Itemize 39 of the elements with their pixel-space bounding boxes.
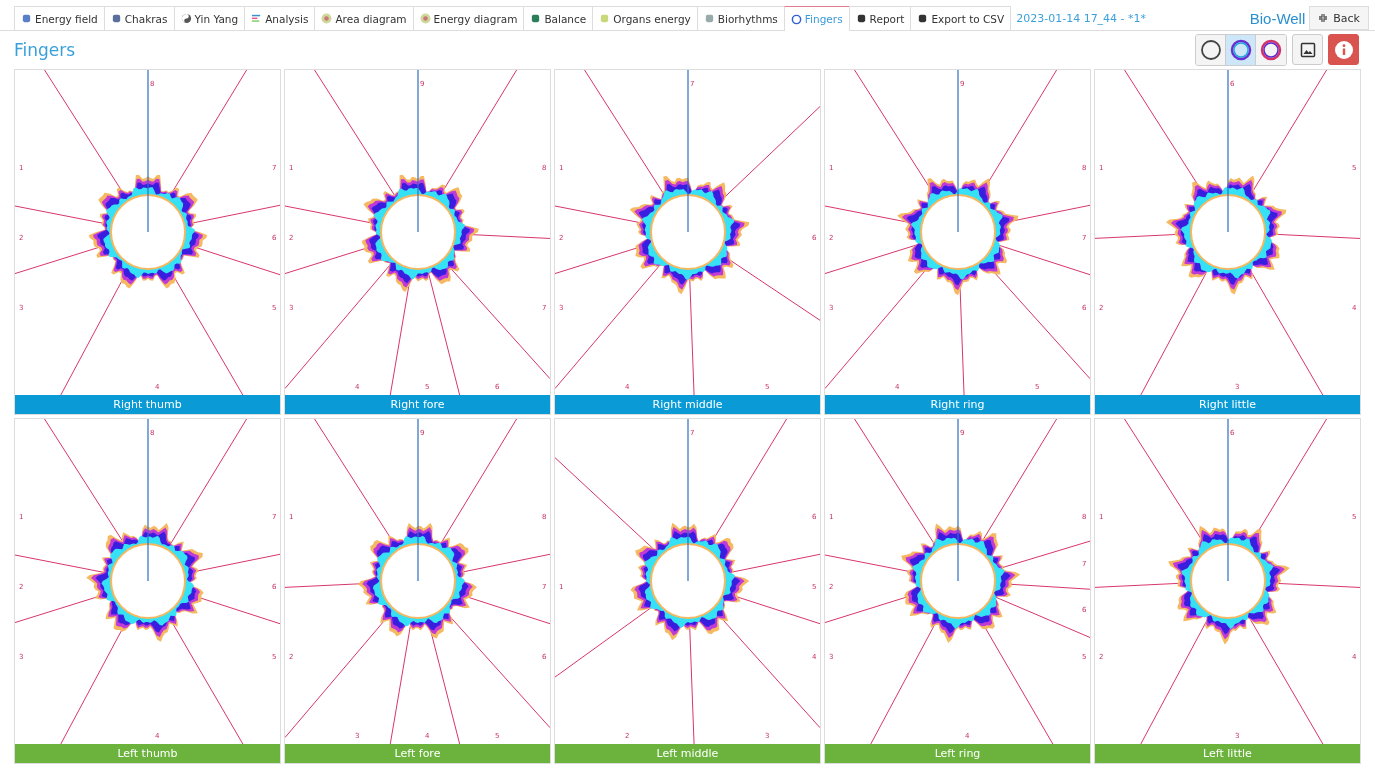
finger-caption: Left thumb: [15, 744, 280, 763]
tab-icon: [110, 13, 122, 24]
page-title: Fingers: [14, 40, 76, 60]
image-icon: [1299, 41, 1316, 58]
tab-icon: [703, 13, 715, 24]
tab[interactable]: Export to CSV: [910, 6, 1012, 30]
finger-caption: Left middle: [555, 744, 820, 763]
ring-icon: [1260, 39, 1282, 61]
finger-caption: Left ring: [825, 744, 1090, 763]
tab-icon: [855, 13, 867, 24]
tab-icon: [251, 13, 263, 24]
back-button[interactable]: Back: [1309, 6, 1369, 30]
tab-icon: [180, 13, 192, 24]
tab[interactable]: Energy field: [14, 6, 105, 30]
tab-icon: [599, 13, 611, 24]
finger-caption: Left fore: [285, 744, 550, 763]
tab-icon: [917, 13, 929, 24]
info-icon: [1333, 39, 1354, 60]
view-mode-button[interactable]: [1256, 35, 1286, 65]
info-button[interactable]: [1328, 34, 1359, 65]
view-mode-button[interactable]: [1196, 35, 1226, 65]
logo: Bio-Well: [1249, 9, 1306, 27]
image-button[interactable]: [1292, 34, 1323, 65]
tab-icon: [530, 13, 542, 24]
tab-icon: [321, 13, 333, 24]
finger-caption: Left little: [1095, 744, 1360, 763]
finger-caption: Right middle: [555, 395, 820, 414]
finger-caption: Right ring: [825, 395, 1090, 414]
finger-caption: Right little: [1095, 395, 1360, 414]
ring-icon: [1199, 39, 1222, 61]
tab-icon: [790, 13, 802, 25]
collapse-icon: [1318, 13, 1329, 23]
ring-icon: [1229, 39, 1252, 61]
session-label: 2023-01-14 17_44 - *1*: [1016, 11, 1147, 25]
finger-caption: Right thumb: [15, 395, 280, 414]
tab-icon: [419, 13, 431, 24]
finger-caption: Right fore: [285, 395, 550, 414]
view-mode-button[interactable]: [1226, 35, 1256, 65]
tab-icon: [21, 13, 32, 24]
